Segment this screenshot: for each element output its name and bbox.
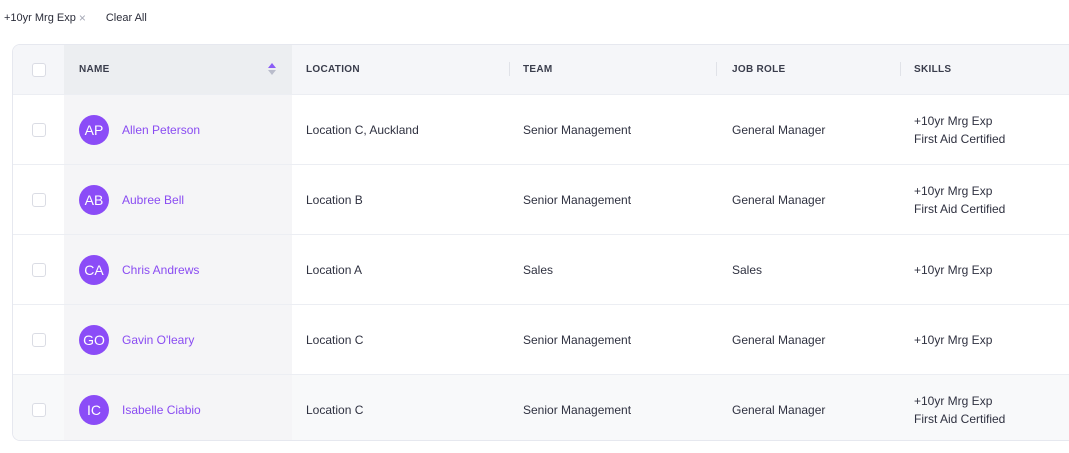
table-row: IC Isabelle Ciabio Location C Senior Man… bbox=[13, 374, 1069, 440]
location-cell: Location C bbox=[306, 332, 364, 347]
column-divider bbox=[900, 62, 901, 76]
avatar[interactable]: CA bbox=[79, 254, 109, 285]
column-divider bbox=[509, 62, 510, 76]
name-cell: CA Chris Andrews bbox=[64, 235, 292, 304]
column-header-skills-label: SKILLS bbox=[914, 64, 952, 75]
location-cell: Location B bbox=[306, 192, 363, 207]
name-cell: GO Gavin O'leary bbox=[64, 305, 292, 374]
row-checkbox-cell bbox=[13, 305, 64, 374]
row-checkbox[interactable] bbox=[31, 192, 46, 207]
row-checkbox[interactable] bbox=[31, 262, 46, 277]
sort-ascending-icon bbox=[268, 63, 276, 68]
person-name-link[interactable]: Isabelle Ciabio bbox=[122, 403, 201, 417]
skill-item: +10yr Mrg Exp bbox=[914, 113, 993, 128]
close-icon[interactable]: × bbox=[79, 12, 86, 24]
row-checkbox-cell bbox=[13, 165, 64, 234]
skill-item: +10yr Mrg Exp bbox=[914, 183, 993, 198]
person-name-link[interactable]: Aubree Bell bbox=[122, 193, 184, 207]
name-cell: AP Allen Peterson bbox=[64, 95, 292, 164]
name-cell: AB Aubree Bell bbox=[64, 165, 292, 234]
table-row: AB Aubree Bell Location B Senior Managem… bbox=[13, 164, 1069, 234]
skill-item: First Aid Certified bbox=[914, 201, 1006, 216]
location-cell: Location C, Auckland bbox=[306, 122, 419, 137]
row-checkbox-cell bbox=[13, 235, 64, 304]
column-header-job-role-label: JOB ROLE bbox=[732, 64, 786, 75]
sort-arrows-icon[interactable] bbox=[268, 63, 276, 75]
avatar[interactable]: GO bbox=[79, 324, 109, 355]
job-role-cell: General Manager bbox=[732, 192, 826, 207]
person-name-link[interactable]: Allen Peterson bbox=[122, 123, 200, 137]
column-header-location-label: LOCATION bbox=[306, 64, 360, 75]
people-table: NAME LOCATION TEAM JOB ROLE SKILLS AP Al… bbox=[12, 44, 1069, 441]
skill-item: +10yr Mrg Exp bbox=[914, 393, 993, 408]
skill-item: First Aid Certified bbox=[914, 131, 1006, 146]
person-name-link[interactable]: Chris Andrews bbox=[122, 263, 199, 277]
job-role-cell: General Manager bbox=[732, 122, 826, 137]
skills-cell: +10yr Mrg Exp First Aid Certified bbox=[900, 375, 1069, 440]
skills-cell: +10yr Mrg Exp bbox=[900, 235, 1069, 304]
team-cell: Senior Management bbox=[523, 122, 632, 137]
skills-cell: +10yr Mrg Exp bbox=[900, 305, 1069, 374]
clear-all-button[interactable]: Clear All bbox=[106, 12, 147, 24]
skill-item: +10yr Mrg Exp bbox=[914, 332, 993, 347]
job-role-cell: Sales bbox=[732, 262, 763, 277]
avatar[interactable]: AB bbox=[79, 184, 109, 215]
row-checkbox[interactable] bbox=[31, 402, 46, 417]
name-cell: IC Isabelle Ciabio bbox=[64, 375, 292, 440]
team-cell: Senior Management bbox=[523, 192, 632, 207]
table-row: AP Allen Peterson Location C, Auckland S… bbox=[13, 94, 1069, 164]
filter-chip-label: +10yr Mrg Exp bbox=[4, 12, 76, 24]
team-cell: Sales bbox=[523, 262, 554, 277]
filter-chip[interactable]: +10yr Mrg Exp × bbox=[4, 12, 86, 24]
table-header: NAME LOCATION TEAM JOB ROLE SKILLS bbox=[13, 45, 1069, 94]
filter-bar: +10yr Mrg Exp × Clear All bbox=[0, 0, 1069, 36]
person-name-link[interactable]: Gavin O'leary bbox=[122, 333, 194, 347]
column-header-job-role[interactable]: JOB ROLE bbox=[716, 45, 900, 94]
column-divider bbox=[716, 62, 717, 76]
avatar[interactable]: IC bbox=[79, 394, 109, 425]
skills-cell: +10yr Mrg Exp First Aid Certified bbox=[900, 95, 1069, 164]
team-cell: Senior Management bbox=[523, 332, 632, 347]
sort-descending-icon bbox=[268, 70, 276, 75]
skill-item: First Aid Certified bbox=[914, 411, 1006, 426]
column-header-name[interactable]: NAME bbox=[64, 45, 292, 94]
avatar[interactable]: AP bbox=[79, 114, 109, 145]
column-header-team-label: TEAM bbox=[523, 64, 553, 75]
location-cell: Location A bbox=[306, 262, 363, 277]
column-header-location[interactable]: LOCATION bbox=[292, 45, 509, 94]
column-header-skills[interactable]: SKILLS bbox=[900, 45, 1069, 94]
team-cell: Senior Management bbox=[523, 402, 632, 417]
row-checkbox-cell bbox=[13, 375, 64, 440]
header-checkbox-cell bbox=[13, 45, 64, 94]
location-cell: Location C bbox=[306, 402, 364, 417]
row-checkbox[interactable] bbox=[31, 122, 46, 137]
row-checkbox[interactable] bbox=[31, 332, 46, 347]
skills-cell: +10yr Mrg Exp First Aid Certified bbox=[900, 165, 1069, 234]
table-row: GO Gavin O'leary Location C Senior Manag… bbox=[13, 304, 1069, 374]
column-header-team[interactable]: TEAM bbox=[509, 45, 716, 94]
table-row: CA Chris Andrews Location A Sales Sales … bbox=[13, 234, 1069, 304]
column-header-name-label: NAME bbox=[79, 64, 110, 75]
select-all-checkbox[interactable] bbox=[31, 62, 46, 77]
row-checkbox-cell bbox=[13, 95, 64, 164]
job-role-cell: General Manager bbox=[732, 332, 826, 347]
job-role-cell: General Manager bbox=[732, 402, 826, 417]
skill-item: +10yr Mrg Exp bbox=[914, 262, 993, 277]
